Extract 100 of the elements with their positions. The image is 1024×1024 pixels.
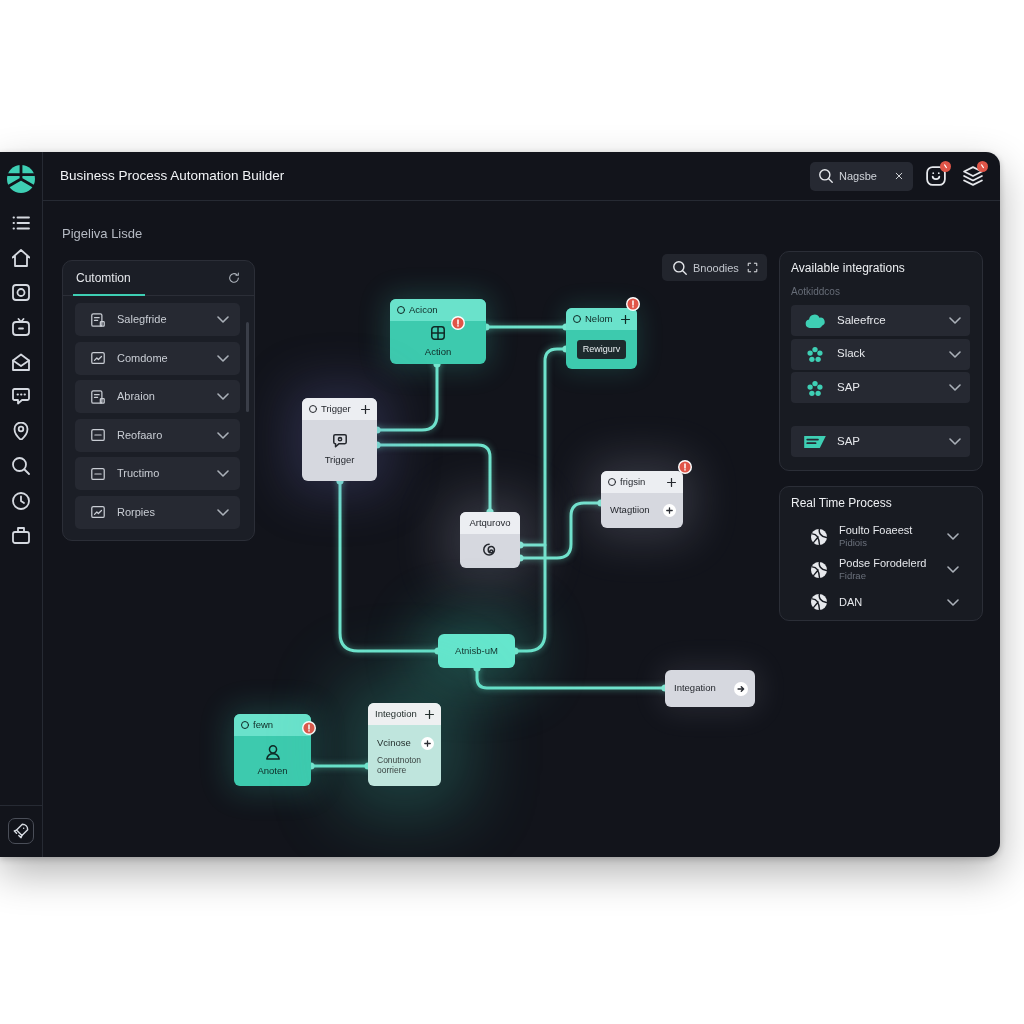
process-title: Podse Forodelerd	[839, 557, 927, 570]
chevron-icon[interactable]	[217, 392, 229, 401]
close-icon[interactable]	[894, 171, 904, 181]
ring-icon	[397, 306, 405, 314]
process-subtitle: Pidiois	[839, 537, 867, 549]
search-field[interactable]: Bnoodies	[662, 254, 767, 281]
ball-icon	[811, 594, 827, 610]
app-title: Business Process Automation Builder	[60, 166, 285, 185]
panel-title: Real Time Process	[791, 496, 892, 511]
node-label: Action	[424, 345, 452, 360]
node-title: Trigger	[321, 401, 351, 416]
cloud-icon	[804, 312, 826, 329]
briefcase-icon[interactable]	[12, 526, 30, 545]
document-icon	[91, 389, 105, 404]
search-icon[interactable]	[12, 456, 30, 475]
chat-bubble-icon	[331, 433, 348, 450]
node-title: Integotion	[375, 706, 417, 721]
layers-icon[interactable]	[963, 166, 983, 186]
refresh-icon[interactable]	[228, 272, 240, 284]
chevron-icon[interactable]	[947, 597, 959, 607]
flower-icon	[807, 379, 823, 396]
ball-icon	[811, 528, 827, 545]
plus-icon[interactable]	[425, 709, 434, 719]
chevron-icon[interactable]	[949, 316, 961, 325]
tv-icon[interactable]	[12, 318, 30, 337]
integration-item[interactable]: SAP	[791, 426, 970, 457]
home-icon[interactable]	[12, 248, 30, 267]
chevron-icon[interactable]	[217, 353, 229, 363]
arrow-right-icon[interactable]	[734, 681, 748, 696]
flag-icon	[804, 435, 826, 448]
process-title: Foulto Foaeest	[839, 524, 913, 537]
user-icon	[264, 743, 281, 760]
plus-icon[interactable]	[421, 737, 434, 750]
process-subtitle: Fidrae	[839, 570, 866, 582]
chevron-icon[interactable]	[949, 383, 961, 392]
plus-icon[interactable]	[667, 477, 676, 487]
node-label: Integation	[674, 681, 716, 696]
node-title: Nelom	[585, 311, 613, 326]
list-item[interactable]: Abraion	[75, 380, 240, 413]
node-tag: Rewigurv	[576, 339, 627, 360]
envelope-icon[interactable]	[12, 352, 30, 371]
chevron-icon[interactable]	[949, 437, 961, 446]
ring-icon	[241, 721, 249, 729]
node-title: frigsin	[620, 474, 646, 489]
list-item[interactable]: Salegfride	[75, 303, 240, 336]
section-title: Pigeliva Lisde	[62, 226, 143, 242]
launch-button[interactable]	[8, 818, 34, 844]
chevron-icon[interactable]	[217, 315, 229, 324]
plus-icon[interactable]	[663, 504, 676, 517]
search-icon	[819, 169, 833, 183]
search-icon	[673, 260, 687, 275]
chevron-icon[interactable]	[947, 532, 959, 541]
node-label: Vcinose	[377, 736, 411, 751]
chevron-icon[interactable]	[217, 469, 229, 478]
ball-icon	[811, 561, 827, 578]
integration-item[interactable]: SAP	[791, 372, 970, 403]
camera-icon[interactable]	[12, 283, 30, 302]
grid-icon	[430, 325, 446, 342]
menu-icon[interactable]	[12, 214, 30, 232]
clock-icon[interactable]	[12, 491, 30, 510]
node-title: Artqurovo	[469, 515, 511, 530]
card-icon	[91, 428, 105, 442]
panel-title: Available integrations	[791, 261, 905, 276]
node-label: Wtagtiion	[610, 503, 650, 518]
ring-icon	[309, 405, 317, 413]
expand-icon[interactable]	[747, 262, 758, 273]
node-label: Atnisb-uM	[455, 643, 498, 658]
chevron-icon[interactable]	[947, 565, 959, 574]
chevron-icon[interactable]	[217, 507, 229, 517]
ring-icon	[573, 315, 581, 323]
chart-icon	[91, 351, 105, 365]
flower-icon	[807, 346, 823, 362]
location-pin-icon[interactable]	[12, 422, 30, 441]
chevron-icon[interactable]	[949, 349, 961, 359]
node-label: Anoten	[257, 763, 288, 778]
node-label: Trigger	[324, 453, 355, 468]
integration-item[interactable]: Slack	[791, 338, 970, 370]
ring-icon	[608, 478, 616, 486]
smile-icon[interactable]	[926, 166, 946, 186]
chevron-icon[interactable]	[217, 430, 229, 440]
search-field[interactable]: Nagsbe	[810, 161, 913, 191]
chat-bubble-icon[interactable]	[12, 387, 30, 406]
node-title: Acicon	[409, 302, 438, 317]
list-item[interactable]: Rorpies	[75, 495, 240, 529]
plus-icon[interactable]	[361, 404, 370, 414]
list-item[interactable]: Comdome	[75, 341, 240, 375]
list-item[interactable]: Tructimo	[75, 457, 240, 490]
rocket-icon	[13, 823, 29, 839]
process-title: DAN	[839, 595, 863, 609]
chart-icon	[91, 505, 105, 519]
node-title: fewn	[253, 717, 274, 732]
tab[interactable]: Cutomtion	[73, 261, 145, 296]
integration-item[interactable]: Saleefrce	[791, 305, 970, 336]
card-icon	[91, 466, 105, 481]
node-note: Conutnoton oorriere	[377, 754, 422, 775]
document-icon	[91, 312, 105, 327]
spiral-icon	[482, 543, 498, 559]
list-item[interactable]: Reofaaro	[75, 418, 240, 452]
scrollbar[interactable]	[246, 322, 249, 412]
plus-icon[interactable]	[621, 314, 630, 324]
